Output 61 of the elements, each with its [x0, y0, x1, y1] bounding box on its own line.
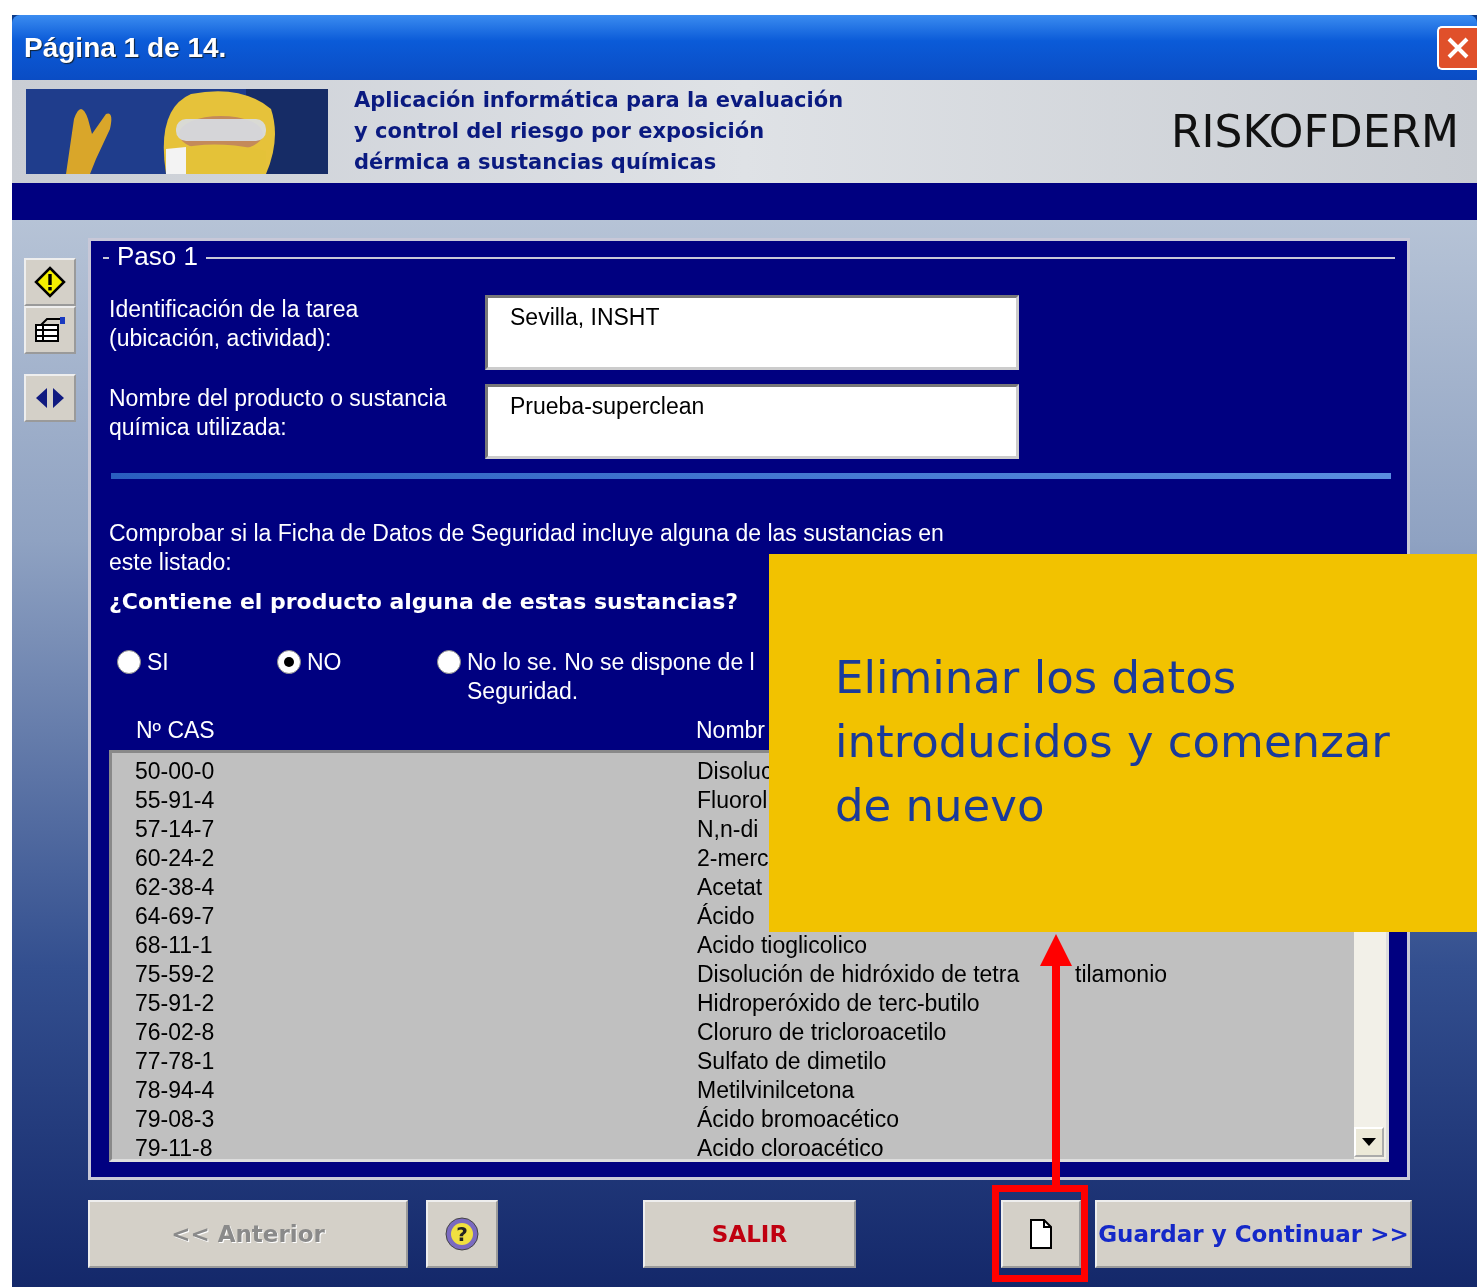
- radio-label[interactable]: No lo se. No se dispone de l Seguridad.: [467, 648, 755, 706]
- table-cell-text: 55-91-4: [135, 787, 216, 814]
- table-cell: Disolución de hidróxido de tetra tilamonio: [697, 961, 1168, 988]
- table-cell-text: 76-02-8: [135, 1019, 216, 1046]
- table-cell-text: 68-11-1: [135, 932, 214, 959]
- callout-text: Eliminar los datos introducidos y comenzar de nuevo: [835, 650, 1391, 834]
- table-cell-text: 77-78-1: [135, 1048, 216, 1075]
- field-label: Nombre del producto o sustancia química utilizada:: [109, 384, 448, 442]
- table-cell-text: 62-38-4: [135, 874, 216, 901]
- table-cell-text: 78-94-4: [135, 1077, 216, 1104]
- table-cell-text: 60-24-2: [135, 845, 216, 872]
- caret-icon: [1362, 1138, 1376, 1146]
- table-cell-text: 75-59-2: [135, 961, 216, 988]
- table-cell: Ácido: [697, 903, 755, 930]
- navigate-button[interactable]: [24, 374, 76, 422]
- radio-button[interactable]: [117, 650, 141, 674]
- close-button[interactable]: [1437, 25, 1477, 70]
- save-continue-button[interactable]: Guardar y Continuar >>: [1095, 1200, 1412, 1268]
- radio-button[interactable]: [277, 650, 301, 674]
- table-cell-text: 75-91-2: [135, 990, 216, 1017]
- exit-button[interactable]: SALIR: [643, 1200, 856, 1268]
- scroll-down-button[interactable]: [1354, 1127, 1384, 1157]
- radio-label[interactable]: NO: [307, 648, 342, 677]
- table-cell: Hidroperóxido de terc-butilo: [697, 990, 980, 1017]
- table-cell: N,n-di: [697, 816, 759, 843]
- column-header: Nº CAS: [136, 716, 216, 744]
- table-cell-text: 64-69-7: [135, 903, 216, 930]
- help-button[interactable]: ?: [426, 1200, 498, 1268]
- warning-icon: [34, 266, 66, 298]
- table-cell-text: 79-11-8: [135, 1135, 214, 1162]
- brand-name: RISKOFDERM: [1170, 106, 1459, 157]
- window-title: Página 1 de 14.: [24, 31, 227, 64]
- table-cell: Acido cloroacético: [697, 1135, 884, 1162]
- table-cell: Acido tioglicolico: [697, 932, 868, 959]
- table-cell: Acetat: [697, 874, 763, 901]
- input-field[interactable]: Sevilla, INSHT: [485, 295, 1019, 370]
- table-cell: Ácido bromoacético: [697, 1106, 899, 1133]
- new-button[interactable]: [1001, 1200, 1081, 1268]
- column-header: Nombr: [696, 716, 765, 744]
- left-right-arrows-icon: [34, 387, 66, 409]
- question-text: ¿Contiene el producto alguna de estas sustancias?: [109, 589, 740, 614]
- radio-label[interactable]: SI: [147, 648, 169, 677]
- cabinet-icon: [33, 315, 67, 345]
- table-cell: Sulfato de dimetilo: [697, 1048, 887, 1075]
- cabinet-button[interactable]: [24, 306, 76, 354]
- app-description: Aplicación informática para la evaluación y control del riesgo por exposición dérmica a sustancias químicas: [354, 87, 845, 176]
- table-cell: Metilvinilcetona: [697, 1077, 855, 1104]
- table-cell-text: 50-00-0: [135, 758, 216, 785]
- instruction-text: Comprobar si la Ficha de Datos de Seguridad incluye alguna de las sustancias en este listado:: [109, 519, 945, 577]
- table-cell: Fluorol: [697, 787, 768, 814]
- table-cell: Cloruro de tricloroacetilo: [697, 1019, 947, 1046]
- radio-button[interactable]: [437, 650, 461, 674]
- field-label: Identificación de la tarea (ubicación, actividad):: [109, 295, 360, 353]
- new-document-icon: [1029, 1219, 1053, 1249]
- table-cell-text: 79-08-3: [135, 1106, 216, 1133]
- table-cell: 2-merc: [697, 845, 769, 872]
- input-field[interactable]: Prueba-superclean: [485, 384, 1019, 459]
- help-icon: ?: [444, 1216, 480, 1252]
- warning-button[interactable]: [24, 258, 76, 306]
- table-cell-text: 57-14-7: [135, 816, 216, 843]
- table-cell: Disoluc: [697, 758, 773, 785]
